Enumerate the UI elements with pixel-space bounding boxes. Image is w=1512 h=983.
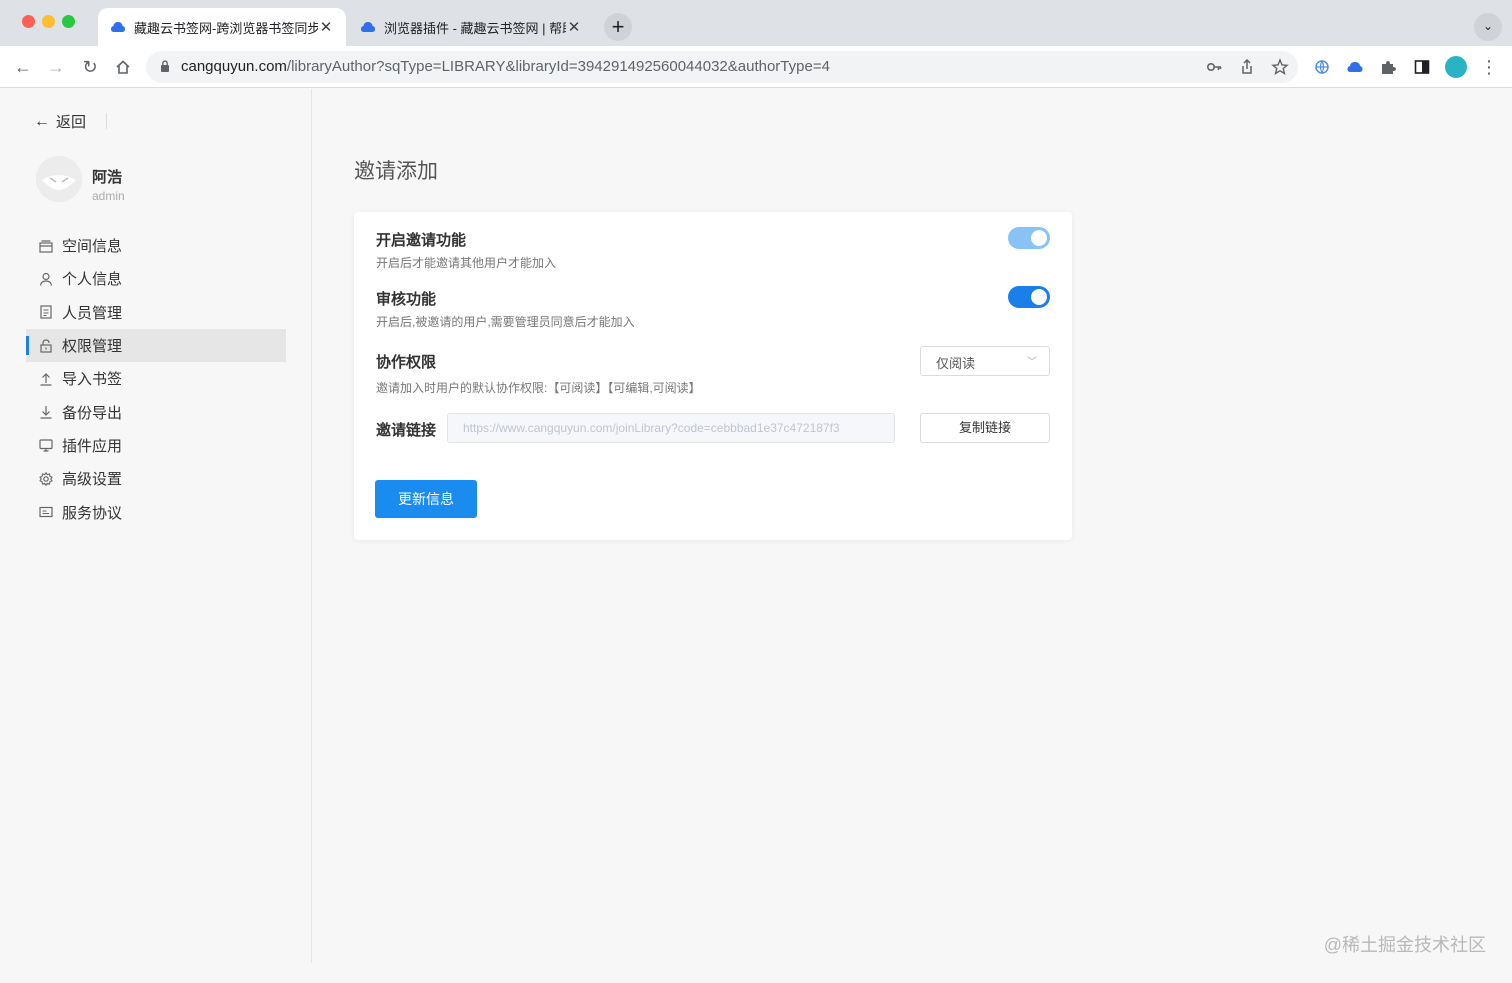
browser-tab-inactive[interactable]: 浏览器插件 - 藏趣云书签网 | 帮助 ✕ [348,8,594,46]
window-maximize-button[interactable] [62,15,75,28]
sidebar-item-space-info[interactable]: 空间信息 [26,229,286,262]
window-close-button[interactable] [22,15,35,28]
sidebar-item-label: 服务协议 [62,504,123,522]
card-icon [39,506,53,518]
home-icon[interactable] [110,54,136,80]
permission-selected-value: 仅阅读 [936,356,976,371]
sidebar-item-label: 人员管理 [62,304,123,322]
permission-title: 协作权限 [376,354,437,371]
cloud-extension-icon[interactable] [1346,58,1364,76]
sidebar-item-label: 备份导出 [62,404,123,422]
puzzle-extension-icon[interactable] [1379,58,1397,76]
gear-icon [39,471,53,486]
url-path: /libraryAuthor?sqType=LIBRARY&libraryId=… [286,58,830,75]
sidebar-item-plugin-apps[interactable]: 插件应用 [26,429,286,462]
sidebar-item-advanced-settings[interactable]: 高级设置 [26,462,286,495]
upload-icon [40,372,52,386]
review-toggle-title: 审核功能 [376,291,437,308]
browser-toolbar: ← → ↻ cangquyun.com/libraryAuthor?sqType… [0,46,1512,88]
new-tab-button[interactable]: + [604,13,632,41]
share-icon[interactable] [1238,58,1256,76]
sidebar-item-import-bookmarks[interactable]: 导入书签 [26,362,286,395]
invite-toggle-title: 开启邀请功能 [376,232,467,249]
browser-tab-bar: 藏趣云书签网-跨浏览器书签同步 ✕ 浏览器插件 - 藏趣云书签网 | 帮助 ✕ … [0,0,1512,46]
lock-icon [40,338,52,353]
more-menu-icon[interactable]: ⋮ [1476,54,1502,80]
cloud-favicon-icon [361,22,375,32]
user-role: admin [92,189,125,203]
forward-arrow-icon[interactable]: → [43,54,69,80]
sidebar: ← 返回 阿浩 admin 空间信息 个人信息 人员管理 权限管理 导入书签 备… [0,89,312,963]
back-link[interactable]: ← 返回 [34,111,86,132]
sidebar-item-label: 个人信息 [62,271,123,289]
tab-search-chevron-icon[interactable]: ⌄ [1474,13,1502,41]
profile-avatar[interactable] [1445,56,1467,78]
page-title: 邀请添加 [354,160,438,183]
tab-title: 藏趣云书签网-跨浏览器书签同步 [134,20,318,36]
download-icon [40,406,52,419]
tab-title: 浏览器插件 - 藏趣云书签网 | 帮助 [384,20,566,36]
tab-close-icon[interactable]: ✕ [566,18,582,36]
space-icon [39,240,53,253]
invite-link-label: 邀请链接 [376,422,437,439]
review-toggle-switch[interactable] [1008,286,1050,308]
review-toggle-desc: 开启后,被邀请的用户,需要管理员同意后才能加入 [376,315,635,329]
update-info-button[interactable]: 更新信息 [375,480,477,518]
back-arrow-icon: ← [34,112,50,130]
address-bar[interactable]: cangquyun.com/libraryAuthor?sqType=LIBRA… [146,51,1298,83]
document-icon [40,305,52,319]
invite-toggle-switch[interactable] [1008,227,1050,249]
sidebar-item-label: 高级设置 [62,471,123,489]
permission-desc: 邀请加入时用户的默认协作权限:【可阅读】【可编辑,可阅读】 [376,381,701,395]
sidebar-item-label: 空间信息 [62,238,123,256]
copy-link-button[interactable]: 复制链接 [920,413,1050,443]
window-minimize-button[interactable] [42,15,55,28]
star-icon[interactable] [1271,58,1289,76]
chevron-down-icon: ﹀ [1027,357,1037,368]
toggle-knob [1031,289,1047,305]
toggle-knob [1031,230,1047,246]
sidebar-item-backup-export[interactable]: 备份导出 [26,395,286,428]
tab-close-icon[interactable]: ✕ [318,18,334,36]
sidebar-item-member-management[interactable]: 人员管理 [26,296,286,329]
reload-icon[interactable]: ↻ [77,54,103,80]
cloud-favicon-icon [111,22,125,32]
monitor-icon [39,439,53,453]
sidebar-item-label: 导入书签 [62,371,123,389]
url-text: cangquyun.com/libraryAuthor?sqType=LIBRA… [181,58,830,75]
sidebar-item-permission-management[interactable]: 权限管理 [26,328,286,363]
sidebar-item-label: 权限管理 [62,338,123,356]
key-icon[interactable] [1205,58,1223,76]
invite-toggle-desc: 开启后才能邀请其他用户才能加入 [376,256,557,270]
sidebar-item-service-agreement[interactable]: 服务协议 [26,495,286,528]
settings-card: 开启邀请功能 开启后才能邀请其他用户才能加入 审核功能 开启后,被邀请的用户,需… [354,212,1072,540]
translate-extension-icon[interactable] [1313,58,1331,76]
url-host: cangquyun.com [181,58,287,75]
lock-icon [161,60,169,72]
browser-tab-active[interactable]: 藏趣云书签网-跨浏览器书签同步 ✕ [98,8,346,46]
back-arrow-icon[interactable]: ← [10,54,36,80]
invite-link-input[interactable]: https://www.cangquyun.com/joinLibrary?co… [447,413,895,443]
window-bottom-edge [0,963,1512,983]
divider [106,113,107,129]
side-panel-icon[interactable] [1413,58,1431,76]
sidebar-item-personal-info[interactable]: 个人信息 [26,262,286,295]
main-content: 邀请添加 开启邀请功能 开启后才能邀请其他用户才能加入 审核功能 开启后,被邀请… [313,89,1512,963]
username: 阿浩 [92,169,123,186]
permission-select[interactable]: 仅阅读 ﹀ [920,346,1050,376]
avatar[interactable] [36,156,82,202]
sidebar-item-label: 插件应用 [62,437,123,455]
user-icon [39,272,53,286]
sidebar-menu: 空间信息 个人信息 人员管理 权限管理 导入书签 备份导出 插件应用 高级设置 [26,229,286,529]
back-label: 返回 [56,114,87,131]
watermark: @稀土掘金技术社区 [1323,935,1486,955]
